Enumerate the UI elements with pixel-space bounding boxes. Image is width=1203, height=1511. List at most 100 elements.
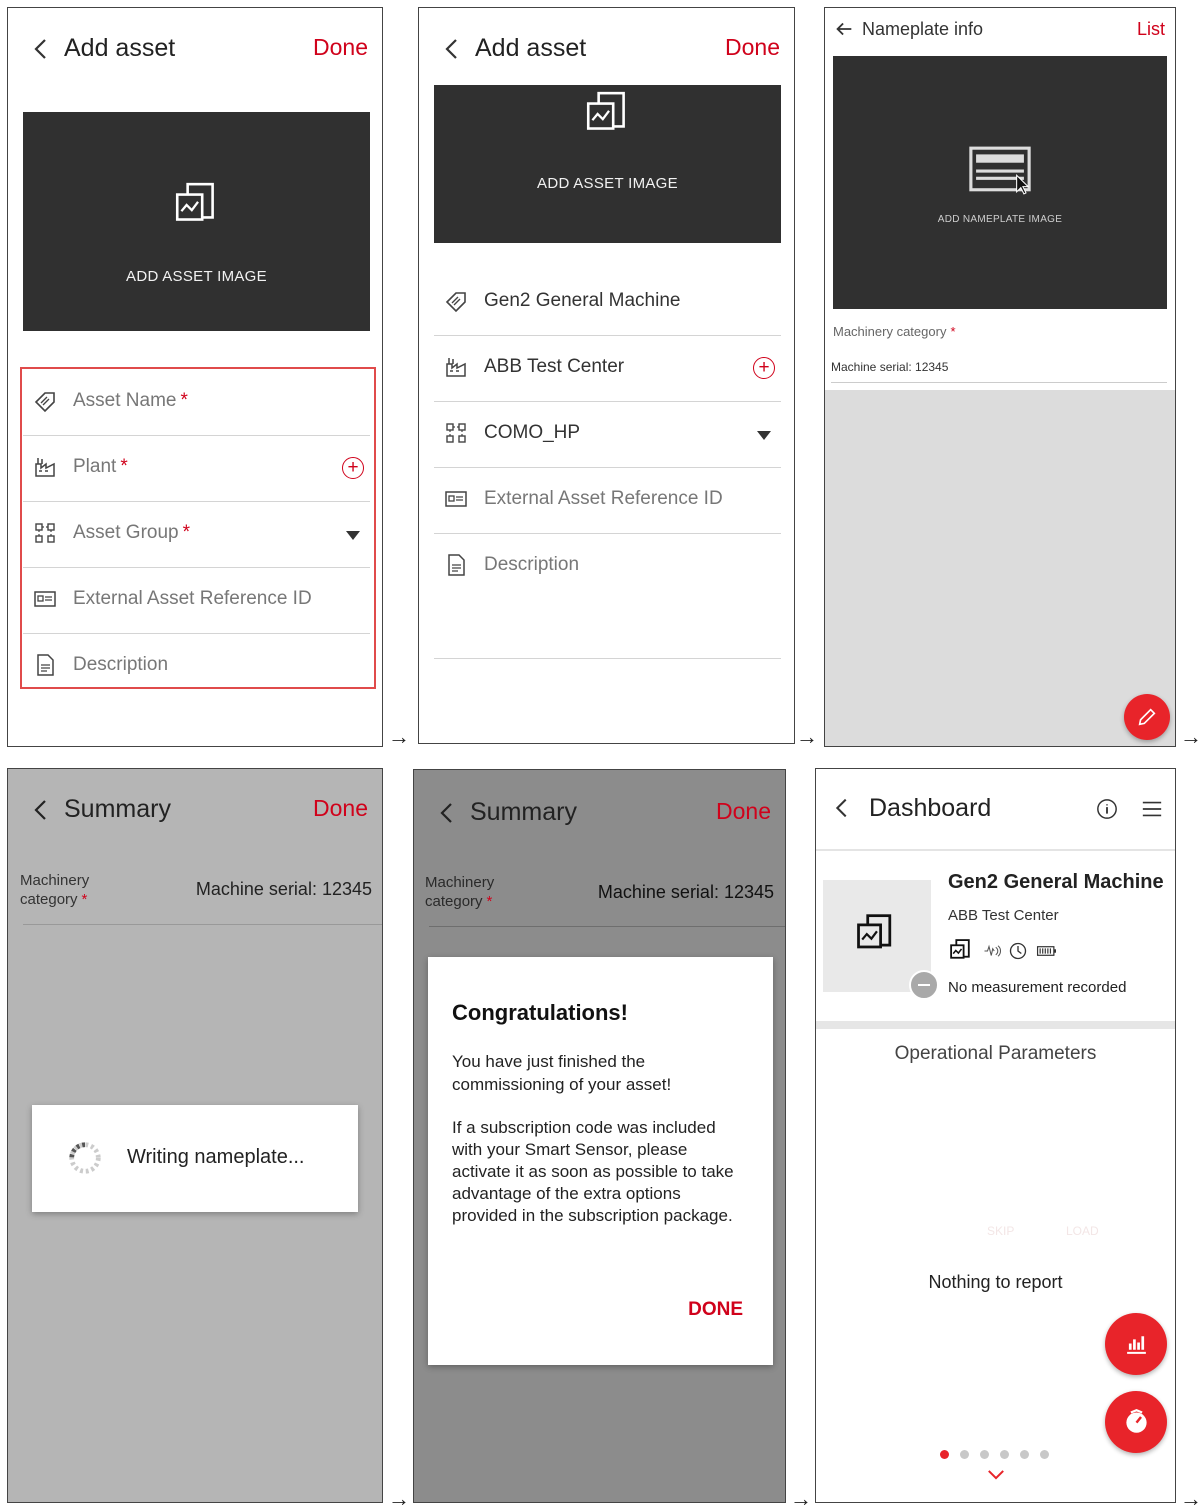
asset-name: Gen2 General Machine [948, 871, 1164, 893]
page-title: Dashboard [869, 794, 992, 822]
asset-name-field[interactable]: Gen2 General Machine [434, 269, 781, 336]
done-button[interactable]: Done [313, 795, 368, 822]
writing-message: Writing nameplate... [127, 1146, 305, 1168]
page-dot-active[interactable] [940, 1450, 949, 1459]
machine-serial-value: Machine serial: 12345 [831, 360, 949, 374]
screen-dashboard: Dashboard Gen2 General Machine ABB Test … [815, 768, 1176, 1503]
external-reference-field[interactable]: External Asset Reference ID [23, 567, 370, 634]
dropdown-caret-icon[interactable] [346, 531, 360, 540]
external-reference-field[interactable]: External Asset Reference ID [434, 467, 781, 534]
screen-summary-congratulations: Summary Done Machinery category * Machine… [413, 769, 786, 1503]
header: Summary Done [414, 770, 785, 852]
tag-icon [34, 392, 55, 413]
factory-icon [446, 358, 466, 377]
done-button[interactable]: Done [716, 798, 771, 825]
add-asset-image-button[interactable]: ADD ASSET IMAGE [434, 85, 781, 243]
machinery-category-label: Machinery category * [20, 872, 90, 908]
measure-fab[interactable] [1105, 1391, 1167, 1453]
add-asset-image-label: ADD ASSET IMAGE [537, 175, 678, 192]
add-plant-icon[interactable]: + [753, 357, 775, 379]
factory-icon [35, 458, 55, 477]
page-indicator [940, 1450, 1060, 1462]
page-title: Nameplate info [862, 19, 984, 39]
asset-group-field[interactable]: Asset Group * [23, 501, 370, 568]
asset-name-field[interactable]: Asset Name * [23, 369, 370, 436]
divider [816, 849, 1175, 851]
page-title: Summary [64, 795, 171, 823]
asset-image-icon [857, 914, 892, 949]
page-title: Add asset [64, 34, 176, 62]
add-nameplate-image-button[interactable]: ADD NAMEPLATE IMAGE [833, 56, 1167, 309]
faded-skip-label: SKIP [987, 1224, 1015, 1238]
asset-name-label: Asset Name * [73, 390, 188, 411]
id-card-icon [34, 591, 56, 607]
page-dot[interactable] [960, 1450, 969, 1459]
back-arrow-icon[interactable] [26, 34, 56, 64]
page-dot[interactable] [1000, 1450, 1009, 1459]
description-field[interactable]: Description [23, 633, 370, 699]
back-arrow-icon[interactable] [828, 794, 856, 822]
battery-icon [1036, 946, 1056, 956]
back-arrow-icon[interactable] [833, 18, 855, 40]
plant-field[interactable]: Plant * + [23, 435, 370, 502]
flow-arrow: → [388, 724, 410, 749]
add-plant-icon[interactable]: + [342, 457, 364, 479]
chevron-down-icon[interactable] [987, 1469, 1005, 1480]
machinery-category-label: Machinery category * [833, 324, 956, 339]
flow-arrow: → [790, 1486, 812, 1511]
asset-image-icon [175, 182, 214, 221]
document-icon [37, 654, 54, 676]
info-icon[interactable] [1096, 798, 1118, 820]
screen-summary-writing: Summary Done Machinery category * Machine… [7, 768, 383, 1503]
divider [429, 926, 785, 927]
charts-fab[interactable] [1105, 1313, 1167, 1375]
dialog-done-button[interactable]: DONE [688, 1299, 743, 1321]
machine-serial-value: Machine serial: 12345 [195, 879, 372, 899]
tag-icon [445, 292, 466, 313]
flow-arrow: → [796, 724, 818, 749]
flow-arrow: → [1180, 724, 1202, 749]
dialog-message-2: If a subscription code was included with… [452, 1118, 734, 1225]
dropdown-caret-icon[interactable] [757, 431, 771, 440]
section-divider [816, 1021, 1175, 1029]
asset-image-icon [586, 91, 625, 130]
add-asset-image-button[interactable]: ADD ASSET IMAGE [23, 112, 370, 331]
add-nameplate-image-label: ADD NAMEPLATE IMAGE [937, 214, 1063, 225]
list-button[interactable]: List [1137, 19, 1165, 40]
id-card-icon [445, 491, 467, 507]
writing-dialog: Writing nameplate... [32, 1105, 358, 1212]
external-reference-label: External Asset Reference ID [484, 488, 723, 509]
nameplate-image-icon [969, 146, 1031, 195]
asset-group-value: COMO_HP [484, 422, 581, 443]
page-dot[interactable] [1040, 1450, 1049, 1459]
page-dot[interactable] [980, 1450, 989, 1459]
back-arrow-icon[interactable] [432, 798, 462, 828]
pencil-icon [1138, 708, 1156, 726]
description-label: Description [484, 554, 580, 575]
flow-arrow: → [1180, 1486, 1202, 1511]
back-arrow-icon[interactable] [437, 34, 467, 64]
description-field[interactable]: Description [434, 533, 781, 659]
bar-chart-icon [1127, 1336, 1146, 1354]
operational-parameters-title: Operational Parameters [894, 1043, 1097, 1064]
screen-add-asset-filled: Add asset Done ADD ASSET IMAGE Gen2 Gene… [418, 7, 795, 744]
plant-value: ABB Test Center [484, 356, 625, 377]
header: Add asset Done [8, 8, 382, 90]
faded-load-label: LOAD [1066, 1224, 1099, 1238]
edit-fab[interactable] [1124, 694, 1170, 740]
screen-add-asset-empty: Add asset Done ADD ASSET IMAGE Asset Nam… [7, 7, 383, 747]
asset-group-label: Asset Group * [73, 522, 191, 543]
spinner-icon [69, 1142, 101, 1174]
asset-group-field[interactable]: COMO_HP [434, 401, 781, 468]
congratulations-dialog: Congratulations! You have just finished … [428, 957, 773, 1365]
gauge-icon [1126, 1409, 1147, 1433]
done-button[interactable]: Done [313, 34, 368, 61]
plant-field[interactable]: ABB Test Center + [434, 335, 781, 402]
menu-icon[interactable] [1140, 798, 1164, 820]
done-button[interactable]: Done [725, 34, 780, 61]
page-dot[interactable] [1020, 1450, 1029, 1459]
back-arrow-icon[interactable] [26, 795, 56, 825]
group-icon [446, 423, 466, 443]
screen-nameplate-info: Nameplate info List ADD NAMEPLATE IMAGE … [824, 7, 1176, 747]
vibration-icon [984, 944, 1002, 957]
